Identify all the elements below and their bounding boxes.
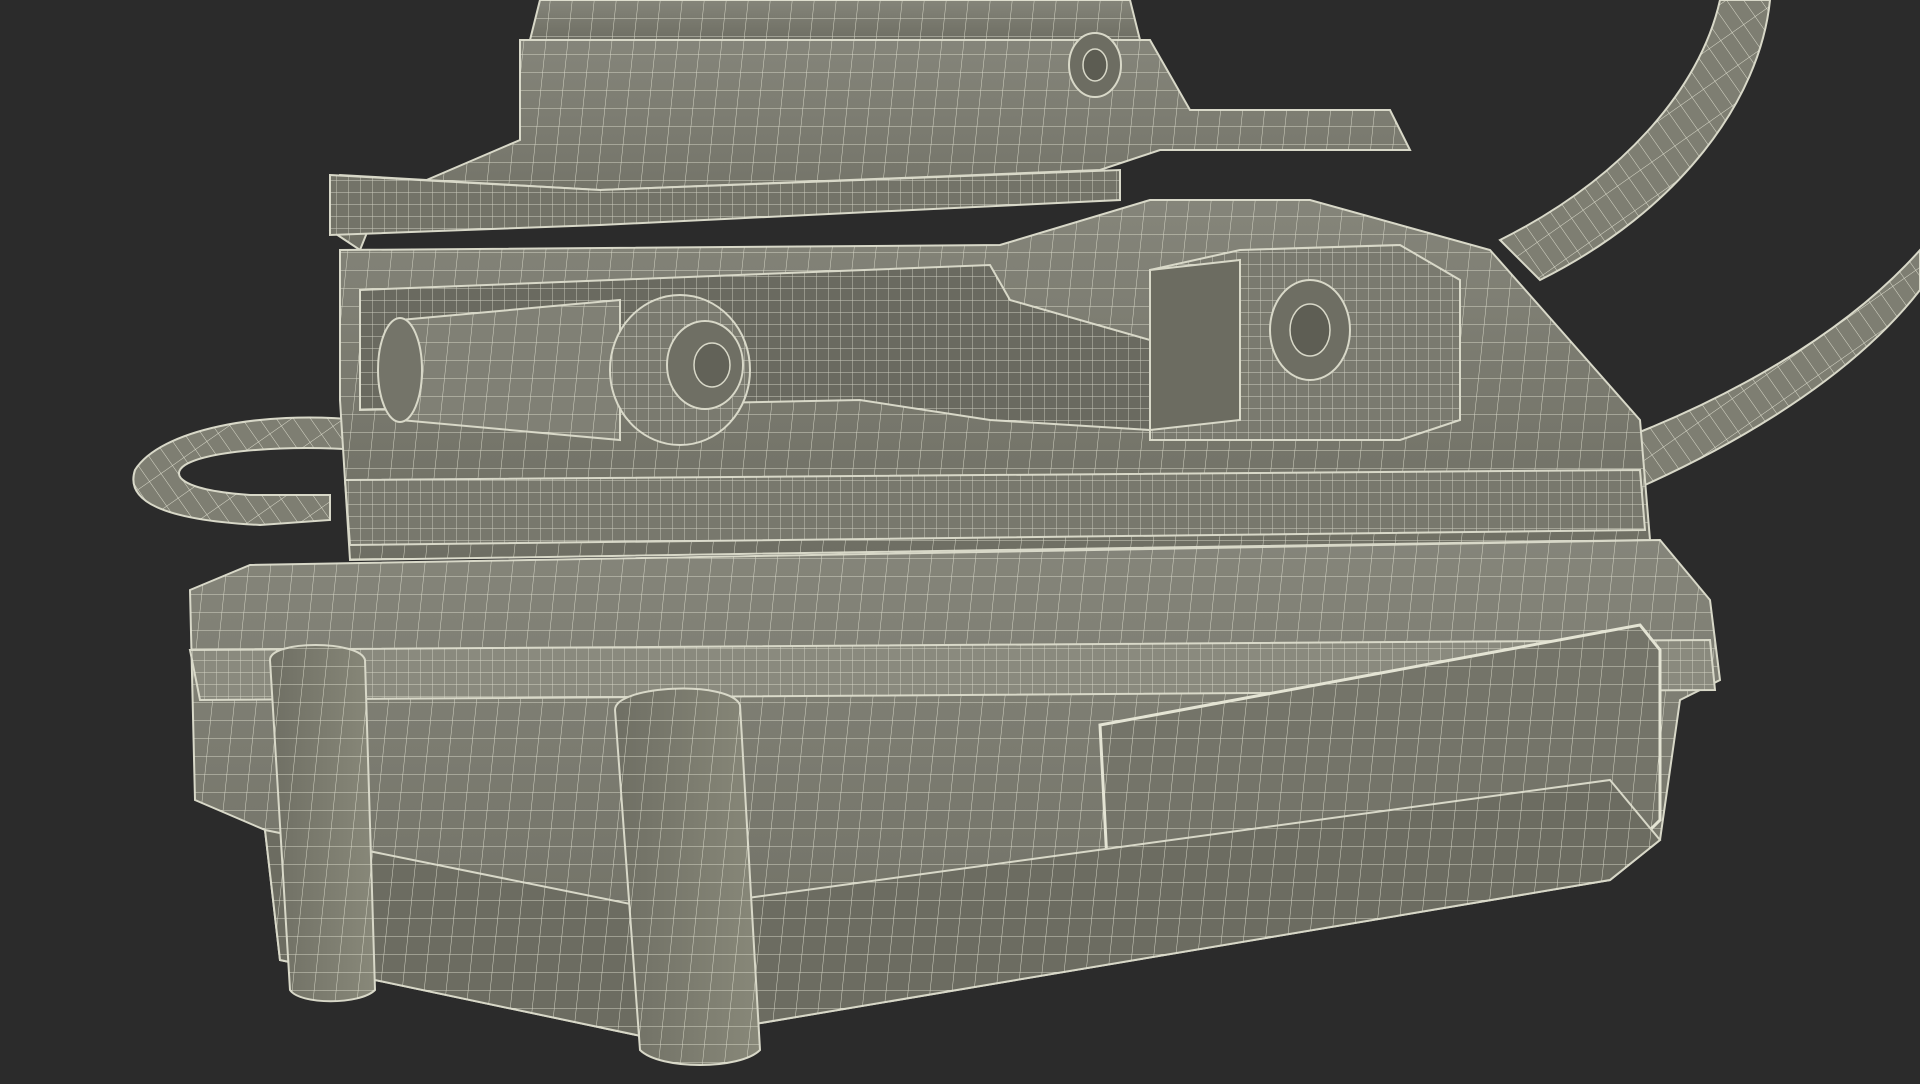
center-pillar xyxy=(613,687,762,1066)
base-housing xyxy=(188,538,1722,1042)
bolt-icon xyxy=(1068,32,1122,98)
wireframe-scene xyxy=(132,0,1920,1066)
render-viewport xyxy=(0,0,1920,1080)
cable-loop xyxy=(132,416,361,527)
right-knob-block xyxy=(1149,243,1461,441)
top-neck xyxy=(528,0,1142,41)
knob-icon xyxy=(377,294,751,446)
